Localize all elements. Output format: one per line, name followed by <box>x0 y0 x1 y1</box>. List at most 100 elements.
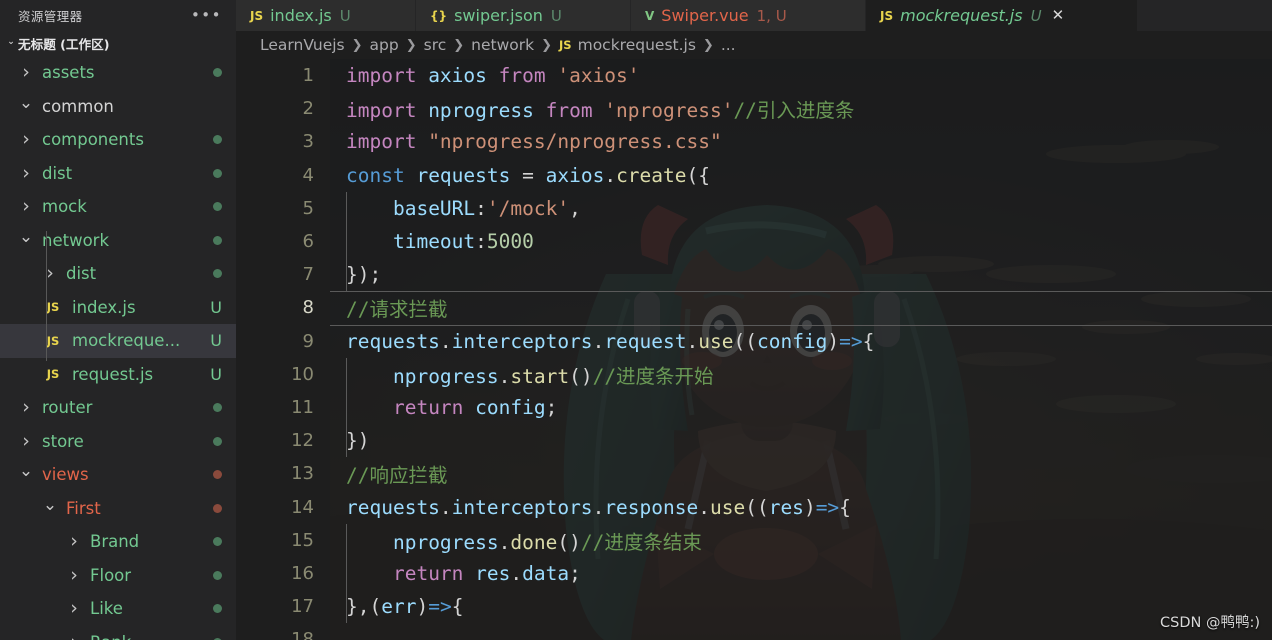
tree-item-brand[interactable]: › Brand <box>0 525 236 559</box>
chevron-down-icon[interactable]: ⌄ <box>42 496 58 514</box>
code-token: use <box>698 329 734 353</box>
code-line[interactable]: 11 return config; <box>236 391 1272 424</box>
breadcrumb[interactable]: LearnVuejs ❯ app ❯ src ❯ network ❯ JS mockrequest… <box>236 31 1272 59</box>
chevron-right-icon[interactable]: › <box>18 398 34 417</box>
tree-item-like[interactable]: › Like <box>0 592 236 626</box>
code-line[interactable]: 2 import nprogress from 'nprogress'//引入进度… <box>236 92 1272 125</box>
code-line[interactable]: 3 import "nprogress/nprogress.css" <box>236 125 1272 158</box>
tree-item-store[interactable]: › store <box>0 425 236 459</box>
breadcrumb-overflow[interactable]: ... <box>721 36 736 54</box>
chevron-right-icon[interactable]: › <box>66 632 82 640</box>
code-token: //进度条开始 <box>592 364 714 388</box>
editor-tab-bar: JS index.js U {} swiper.json U V Swiper.vue 1, U… <box>236 0 1272 31</box>
code-token: timeout <box>392 230 476 254</box>
line-number: 18 <box>291 629 314 640</box>
breadcrumb-separator-icon: ❯ <box>351 37 363 53</box>
chevron-down-icon[interactable]: ⌄ <box>18 463 34 480</box>
tree-item-rank[interactable]: ›Rank <box>0 626 236 640</box>
code-token: from <box>498 64 558 88</box>
code-token: . <box>698 495 710 519</box>
line-number: 16 <box>291 562 314 584</box>
chevron-right-icon[interactable]: › <box>66 532 82 551</box>
tree-item-common[interactable]: ⌄ common <box>0 90 236 124</box>
chevron-right-icon[interactable]: › <box>42 264 58 283</box>
tree-item-label: network <box>42 230 110 250</box>
tree-item-dist[interactable]: › dist <box>0 257 236 291</box>
tree-item-router[interactable]: › router <box>0 391 236 425</box>
code-token: . <box>439 329 452 353</box>
tree-item-views[interactable]: ⌄ views <box>0 458 236 492</box>
breadcrumb-segment[interactable]: network <box>471 36 534 54</box>
tree-item-floor[interactable]: › Floor <box>0 559 236 593</box>
code-token: ) <box>416 595 429 619</box>
code-token: . <box>686 329 699 353</box>
close-icon[interactable]: ✕ <box>1052 8 1065 23</box>
tree-item-indexjs[interactable]: JS index.js U <box>0 291 236 325</box>
code-line[interactable]: 14 requests.interceptors.response.use((re… <box>236 490 1272 523</box>
breadcrumb-segment[interactable]: app <box>370 36 399 54</box>
tree-item-label: common <box>42 96 114 116</box>
breadcrumb-separator-icon: ❯ <box>405 37 417 53</box>
breadcrumb-segment[interactable]: LearnVuejs <box>260 36 345 54</box>
code-lines[interactable]: 1 import axios from 'axios' 2 import nprogr… <box>236 59 1272 640</box>
chevron-right-icon[interactable]: › <box>18 130 34 149</box>
code-line[interactable]: 1 import axios from 'axios' <box>236 59 1272 92</box>
code-token: requests <box>346 329 440 353</box>
code-line-text: import nprogress from 'nprogress'//引入进度条 <box>330 94 854 123</box>
tree-item-label: views <box>42 465 89 485</box>
tab-git-badge: U <box>339 6 351 25</box>
code-line[interactable]: 12}) <box>236 424 1272 457</box>
workspace-root-row[interactable]: ⌄ 无标题 (工作区) <box>0 30 236 56</box>
breadcrumb-segment[interactable]: src <box>424 36 447 54</box>
code-line[interactable]: 5 baseURL:'/mock', <box>236 192 1272 225</box>
chevron-down-icon[interactable]: ⌄ <box>18 228 34 246</box>
chevron-right-icon[interactable]: › <box>66 599 82 618</box>
javascript-file-icon: JS <box>559 38 572 52</box>
tree-item-label: mockreque... <box>72 331 181 351</box>
git-status-dot <box>213 570 222 580</box>
chevron-right-icon[interactable]: › <box>18 431 34 451</box>
tree-item-assets[interactable]: › assets <box>0 56 236 90</box>
tree-item-network[interactable]: ⌄ network <box>0 224 236 258</box>
editor-tab-swipervue[interactable]: V Swiper.vue 1, U <box>631 0 866 31</box>
tree-item-mock[interactable]: › mock <box>0 190 236 224</box>
tree-item-first[interactable]: ⌄ First <box>0 492 236 526</box>
code-token: axios <box>428 64 499 88</box>
code-token: axios <box>545 163 605 187</box>
code-line[interactable]: 7}); <box>236 258 1272 291</box>
code-token: . <box>510 561 523 585</box>
code-token: const <box>346 163 417 187</box>
ellipsis-icon[interactable]: ••• <box>191 8 222 23</box>
chevron-right-icon[interactable]: › <box>66 565 82 585</box>
chevron-right-icon[interactable]: › <box>18 197 34 216</box>
code-line[interactable]: 8 //请求拦截 <box>236 291 1272 324</box>
code-line[interactable]: 15 nprogress.done()//进度条结束 <box>236 524 1272 557</box>
chevron-right-icon[interactable]: › <box>18 63 34 82</box>
code-line-text: timeout:5000 <box>330 230 534 253</box>
editor-tab-swiperjson[interactable]: {} swiper.json U <box>416 0 631 31</box>
tree-item-requestjs[interactable]: JS request.js U <box>0 358 236 392</box>
breadcrumb-file[interactable]: mockrequest.js <box>578 36 696 54</box>
tree-item-dist[interactable]: › dist <box>0 157 236 191</box>
code-line[interactable]: 4 const requests = axios.create({ <box>236 159 1272 192</box>
code-line[interactable]: 18 <box>236 623 1272 640</box>
code-line[interactable]: 9 requests.interceptors.request.use((conf… <box>236 325 1272 358</box>
editor-tab-mockrequestjs[interactable]: JS mockrequest.js U ✕ <box>866 0 1138 31</box>
tree-item-label: assets <box>42 63 95 83</box>
code-line[interactable]: 16 return res.data; <box>236 557 1272 590</box>
code-line[interactable]: 13 //响应拦截 <box>236 457 1272 490</box>
tree-item-mockreque[interactable]: JS mockreque... U <box>0 324 236 358</box>
code-line[interactable]: 17},(err)=>{ <box>236 590 1272 623</box>
code-line[interactable]: 10 nprogress.start()//进度条开始 <box>236 358 1272 391</box>
chevron-right-icon[interactable]: › <box>18 163 34 183</box>
code-token: config <box>756 329 828 353</box>
tab-git-badge: U <box>550 6 562 25</box>
editor-tab-indexjs[interactable]: JS index.js U <box>236 0 416 31</box>
code-line[interactable]: 6 timeout:5000 <box>236 225 1272 258</box>
chevron-down-icon[interactable]: ⌄ <box>18 94 34 112</box>
file-type-icon: JS <box>880 8 894 23</box>
tree-item-components[interactable]: › components <box>0 123 236 157</box>
code-editor[interactable]: 1 import axios from 'axios' 2 import nprogr… <box>236 59 1272 640</box>
